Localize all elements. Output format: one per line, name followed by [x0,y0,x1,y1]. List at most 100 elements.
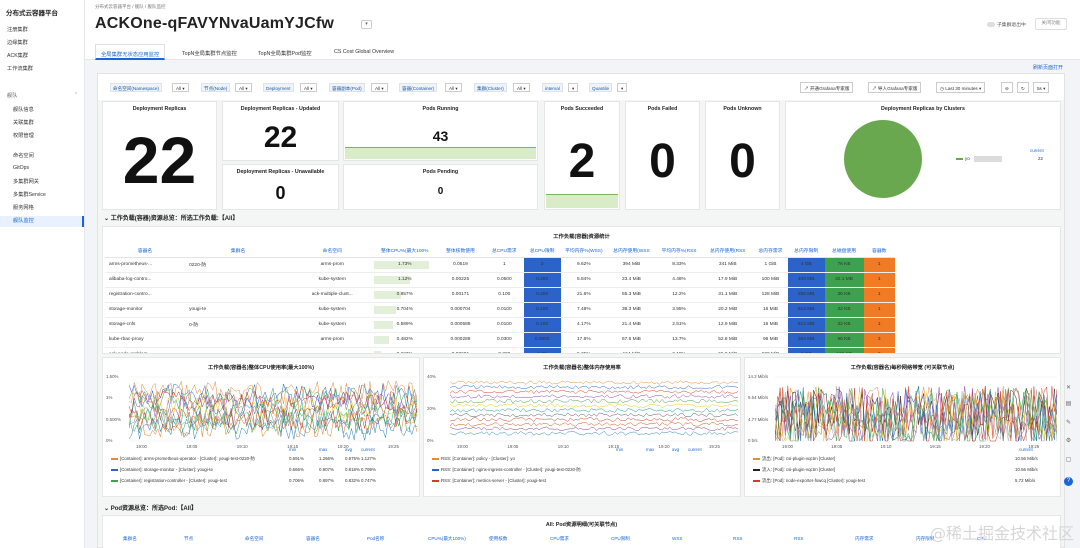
panel-pods-unknown[interactable]: Pods Unknown 0 [705,101,780,210]
panel-pods-pending[interactable]: Pods Pending 0 [343,164,538,210]
filter-deployment-select[interactable]: All ▾ [300,83,317,92]
pod-table-header-cell[interactable]: 使用核数 [489,536,507,542]
table-header-cell[interactable]: 总内存使用(WSS [607,244,656,258]
subcluster-toggle[interactable] [987,22,995,27]
close-icon[interactable]: ✕ [1064,384,1073,393]
pod-table-header-cell[interactable]: 命名空间 [245,536,263,542]
refresh-interval-select[interactable]: 5s ▾ [1033,82,1050,93]
pod-table-header-cell[interactable]: CPU限制 [611,536,630,542]
table-header-cell[interactable]: 容器数 [863,244,895,258]
panel-network-bandwidth-graph[interactable]: 工作负载(容器名)每秒网络带宽 (可关联节点) 14.3 Mib/s 9.54 M… [744,357,1061,497]
pod-table-header-cell[interactable]: 容器名 [306,536,320,542]
filter-quantile-select[interactable]: ▾ [617,83,628,92]
legend-item[interactable]: [Container]: arms-prometheus-operator - … [111,456,255,462]
legend-item[interactable]: 流出: [Pod]: csi-plugin-vqctm [Cluster] [753,456,835,462]
legend-item[interactable]: RSS: [Container]: policy - [Cluster]: yo [432,456,515,461]
tab-global-stateless-app[interactable]: 全局集群无状态应用监控 [95,44,166,60]
edit-icon[interactable]: ✎ [1064,419,1073,428]
panel-memory-usage-graph[interactable]: 工作负载(容器名)整体内存使用率 40% 20% 0% 19:00 19:05 19:10… [423,357,741,497]
pod-section-header[interactable]: ⌄ Pod资源总览：所选Pod:【All】 [104,503,197,512]
table-row[interactable]: registration-contro... ack-multiple-clust… [105,287,895,303]
legend-column-header[interactable]: min [289,447,296,452]
chat-icon[interactable]: ▤ [1064,400,1073,409]
table-header-cell[interactable]: 平均内存%(RSS [655,244,703,258]
sidebar-item-gitops[interactable]: GitOps [13,165,29,171]
table-header-cell[interactable]: 集群名 [185,244,292,258]
sidebar-item-multi-cluster-gateway[interactable]: 多集群网关 [13,178,39,185]
sidebar-item-fleet-monitoring[interactable]: 舰队监控 [0,216,84,227]
document-icon[interactable]: ▢ [1064,456,1073,465]
sidebar-group-fleet[interactable]: 舰队 [7,92,17,99]
table-row[interactable]: storage-cnfs 0-防 kube-system 0.589% 0.000589… [105,317,895,333]
table-header-cell[interactable]: 命名空间 [291,244,374,258]
help-icon[interactable]: ? [1064,477,1073,486]
filter-cluster-select[interactable]: All ▾ [513,83,530,92]
table-header-cell[interactable]: 总CPU限制 [523,244,561,258]
table-row[interactable]: kube-rbac-proxy arms-prom 0.482% 0.000289 0.… [105,332,895,348]
filter-node-select[interactable]: All ▾ [235,83,252,92]
table-header-cell[interactable]: 总内存限制 [787,244,825,258]
table-header-cell[interactable]: 总CPU需求 [484,244,524,258]
panel-cpu-usage-graph[interactable]: 工作负载(容器名)整体CPU使用率(最大100%) 1.50% 1% 0.500% 0… [102,357,420,497]
sidebar-item-ack-cluster[interactable]: ACK集群 [7,52,28,59]
panel-pods-succeeded[interactable]: Pods Succeeded 2 [544,101,620,210]
sidebar-item-fleet-info[interactable]: 舰队信息 [13,106,34,113]
gear-icon[interactable]: ⚙ [1064,437,1073,446]
panel-deployment-replicas[interactable]: Deployment Replicas 22 [102,101,217,210]
pod-table-header-cell[interactable]: CPU%(最大100%) [428,536,466,542]
import-grafana-button[interactable]: ↗ 导入Grafana专家版 [868,82,922,93]
tab-cs-cost[interactable]: CS Cost Global Overview [329,44,399,60]
legend-column-header[interactable]: min [616,447,623,452]
panel-replicas-unavailable[interactable]: Deployment Replicas - Unavailable 0 [222,164,339,210]
table-row[interactable]: alibaba-log-contro... kube-system 1.12% 0.0… [105,272,895,288]
table-header-cell[interactable]: 总内存使用(RSS [702,244,754,258]
panel-pods-failed[interactable]: Pods Failed 0 [625,101,700,210]
pod-table-header-cell[interactable]: CPU需求 [550,536,569,542]
tab-topn-pod[interactable]: TopN全局集群Pod监控 [253,44,317,60]
pod-table-header-cell[interactable]: RSS [794,536,803,541]
pod-table-header-cell[interactable]: 节点 [184,536,193,542]
table-header-cell[interactable]: 整体核数使用 [436,244,485,258]
legend-item[interactable]: RSS: [Container]: metrics-server - [Clus… [432,478,546,483]
sidebar-item-permissions[interactable]: 权限管理 [13,132,34,139]
filter-pod-select[interactable]: All ▾ [371,83,388,92]
workload-section-header[interactable]: ⌄ 工作负载(容器)资源总览：所选工作负载:【All】 [104,213,238,222]
table-header-cell[interactable]: 容器名 [105,244,186,258]
pod-table-header-cell[interactable]: WSS [672,536,682,541]
zoom-out-button[interactable]: ⊖ [1001,82,1013,93]
legend-item[interactable]: [Container]: storage-monitor - [Cluster]… [111,467,213,472]
legend-item[interactable]: 流入: [Pod]: csi-plugin-vqctm [Cluster] [753,467,835,473]
panel-replicas-updated[interactable]: Deployment Replicas - Updated 22 [222,101,339,161]
chevron-up-icon[interactable]: ⌃ [74,92,78,98]
legend-column-header[interactable]: avg [345,447,352,452]
legend-item[interactable]: [Container]: registration-controller - [… [111,478,227,483]
table-header-cell[interactable]: 总磁盘使用 [824,244,864,258]
pod-table-header-cell[interactable]: Pod名称 [367,536,384,542]
legend-column-header[interactable]: avg [672,447,679,452]
table-row[interactable]: arms-prometheus-... 0220-防 arms-prom 1.73% 0… [105,257,895,273]
sidebar-item-workflow-cluster[interactable]: 工作流集群 [7,65,33,72]
sidebar-item-multi-cluster-service[interactable]: 多集群Service [13,191,46,198]
refresh-button[interactable]: ↻ [1017,82,1029,93]
pod-table-header-cell[interactable]: RSS [733,536,742,541]
disable-feature-button[interactable]: 关闭功能 [1035,18,1067,30]
panel-pods-running[interactable]: Pods Running 43 [343,101,538,161]
legend-column-header[interactable]: current [361,447,375,452]
sidebar-item-edge-cluster[interactable]: 边缘集群 [7,39,28,46]
filter-interval-select[interactable]: ▾ [568,83,579,92]
table-row[interactable]: storage-monitor yougi-te kube-system 0.704%… [105,302,895,318]
pie-legend-item[interactable]: yo [956,156,970,161]
table-header-cell[interactable]: 平均内存%(WSS) [560,244,608,258]
pod-table-header-cell[interactable]: 集群名 [123,536,137,542]
tab-topn-node[interactable]: TopN全局集群节点监控 [177,44,242,60]
table-header-cell[interactable]: 总内存需求 [753,244,788,258]
legend-item[interactable]: 流出: [Pod]: node-exporter-fswcq [Cluster]… [753,478,865,484]
legend-column-header[interactable]: max [646,447,654,452]
legend-column-header[interactable]: max [319,447,327,452]
reset-page-link[interactable]: 刷新页面打开 [1033,64,1063,71]
pod-table-header-cell[interactable]: 内存需求 [855,536,873,542]
legend-column-header[interactable]: current [1019,447,1033,452]
sidebar-item-registered-cluster[interactable]: 注册集群 [7,26,28,33]
sidebar-item-namespaces[interactable]: 命名空间 [13,152,34,159]
filter-container-select[interactable]: All ▾ [445,83,462,92]
